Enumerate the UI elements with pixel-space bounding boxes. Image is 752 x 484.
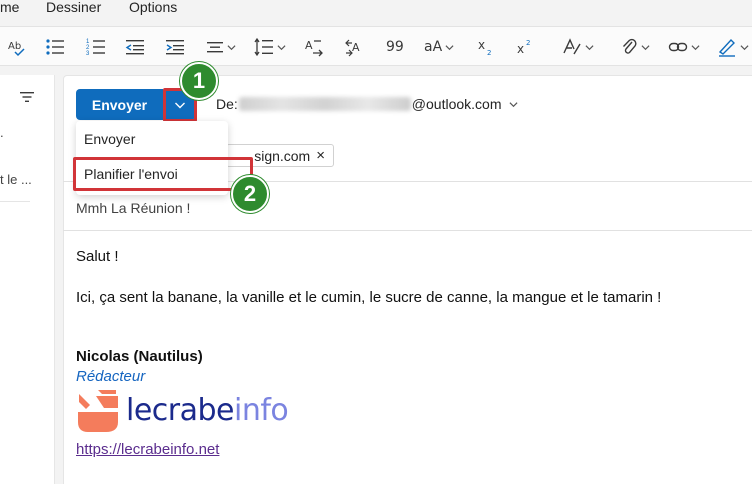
crab-logo-icon <box>78 390 118 432</box>
highlight-schedule-send <box>73 157 253 191</box>
list-item-preview[interactable]: t le ... <box>0 172 32 187</box>
attach-icon[interactable] <box>620 35 650 59</box>
link-icon[interactable] <box>668 35 700 59</box>
signature-link[interactable]: https://lecrabeinfo.net <box>76 441 219 458</box>
increase-indent-icon[interactable] <box>165 35 185 59</box>
svg-text:A: A <box>352 41 360 54</box>
superscript-icon[interactable]: x2 <box>516 35 534 59</box>
list-item-fragment: . <box>0 125 4 140</box>
from-field[interactable]: De: @outlook.com <box>216 96 518 112</box>
svg-text:A: A <box>305 39 313 52</box>
send-button[interactable]: Envoyer <box>76 89 163 120</box>
from-domain: @outlook.com <box>411 96 502 112</box>
subject-field[interactable]: Mmh La Réunion ! <box>76 200 190 216</box>
menu-bar: me Dessiner Options <box>0 0 752 18</box>
list-divider <box>0 201 30 202</box>
numbering-icon[interactable]: 123 <box>86 35 106 59</box>
align-icon[interactable] <box>206 35 236 59</box>
svg-text:Ab: Ab <box>8 41 21 52</box>
subscript-icon[interactable]: x2 <box>477 35 495 59</box>
font-size-icon[interactable]: aA <box>424 35 454 59</box>
divider <box>63 230 752 231</box>
logo-text-part1: lecrabe <box>126 392 235 428</box>
paragraph-ltr-icon[interactable]: A <box>345 35 365 59</box>
spelling-icon[interactable]: Ab <box>7 35 27 59</box>
ribbon-toolbar: Ab 123 A A 99 aA x2 x2 <box>0 26 752 66</box>
line-spacing-icon[interactable] <box>254 35 286 59</box>
chevron-down-icon <box>641 44 650 50</box>
signature-logo: lecrabeinfo <box>76 388 289 432</box>
styles-icon[interactable] <box>562 35 594 59</box>
quote-icon[interactable]: 99 <box>386 35 404 59</box>
chevron-down-icon <box>740 44 749 50</box>
recipient-address: sign.com <box>254 147 311 164</box>
filter-icon[interactable] <box>19 90 35 109</box>
menu-item-send[interactable]: Envoyer <box>84 131 135 147</box>
svg-text:2: 2 <box>526 39 530 47</box>
svg-text:x: x <box>478 38 485 52</box>
svg-text:3: 3 <box>86 51 90 57</box>
svg-text:x: x <box>517 42 524 56</box>
chevron-down-icon <box>691 44 700 50</box>
font-size-glyph: aA <box>424 39 443 55</box>
chevron-down-icon <box>227 44 236 50</box>
signature-icon[interactable] <box>717 35 749 59</box>
logo-text-part2: info <box>234 392 289 428</box>
signature-name: Nicolas (Nautilus) <box>76 348 203 365</box>
chevron-down-icon <box>445 44 454 50</box>
signature-role: Rédacteur <box>76 368 146 385</box>
tab-insert[interactable]: me <box>0 0 19 15</box>
decrease-indent-icon[interactable] <box>125 35 145 59</box>
text-direction-icon[interactable]: A <box>304 35 324 59</box>
chevron-down-icon <box>585 44 594 50</box>
svg-text:2: 2 <box>487 49 491 57</box>
step-badge-1: 1 <box>180 62 218 100</box>
tab-draw[interactable]: Dessiner <box>46 0 101 15</box>
body-paragraph[interactable]: Ici, ça sent la banane, la vanille et le… <box>76 289 661 306</box>
step-badge-2: 2 <box>231 175 269 213</box>
redacted-address <box>238 97 411 111</box>
from-label: De: <box>216 96 238 112</box>
chevron-down-icon <box>277 44 286 50</box>
logo-wordmark: lecrabeinfo <box>126 392 289 428</box>
close-icon[interactable]: × <box>316 147 325 164</box>
chevron-down-icon <box>508 101 518 107</box>
tab-options[interactable]: Options <box>129 0 177 15</box>
bullets-icon[interactable] <box>45 35 65 59</box>
body-greeting[interactable]: Salut ! <box>76 248 119 265</box>
message-list-panel: . t le ... <box>0 75 55 484</box>
